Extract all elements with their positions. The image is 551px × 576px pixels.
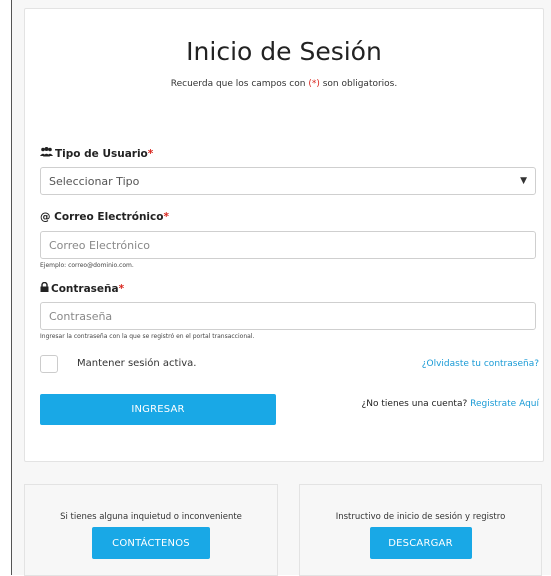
email-label-text: @ Correo Electrónico	[40, 211, 164, 223]
user-type-selected: Seleccionar Tipo	[49, 174, 140, 188]
contact-text: Si tienes alguna inquietud o inconvenien…	[60, 512, 242, 522]
instructions-text: Instructivo de inicio de sesión y regist…	[335, 512, 506, 522]
login-button[interactable]: INGRESAR	[40, 394, 276, 425]
remember-label: Mantener sesión activa.	[77, 358, 197, 369]
subtitle-text-end: son obligatorios.	[319, 79, 398, 89]
caret-down-icon: ▼	[520, 176, 527, 186]
register-link[interactable]: Registrate Aquí	[470, 399, 539, 409]
login-card: Inicio de Sesión Recuerda que los campos…	[24, 8, 544, 462]
required-marker: (*)	[308, 79, 320, 89]
password-field[interactable]: Contraseña	[40, 302, 536, 330]
email-label: @ Correo Electrónico*	[40, 211, 169, 223]
user-type-select[interactable]: Seleccionar Tipo ▼	[40, 167, 536, 195]
required-marker: *	[147, 148, 154, 160]
users-icon	[40, 147, 53, 160]
lock-icon	[40, 281, 49, 295]
user-type-label: Tipo de Usuario*	[40, 147, 153, 160]
instructions-box: Instructivo de inicio de sesión y regist…	[299, 484, 542, 576]
no-account-row: ¿No tienes una cuenta? Registrate Aquí	[362, 399, 540, 409]
password-hint: Ingresar la contraseña con la que se reg…	[40, 333, 255, 340]
user-type-label-text: Tipo de Usuario	[55, 148, 148, 160]
required-fields-note: Recuerda que los campos con (*) son obli…	[25, 79, 543, 89]
download-button[interactable]: DESCARGAR	[369, 527, 472, 559]
no-account-text: ¿No tienes una cuenta?	[361, 399, 468, 409]
page-title: Inicio de Sesión	[186, 37, 382, 66]
email-placeholder: Correo Electrónico	[49, 238, 150, 252]
email-field[interactable]: Correo Electrónico	[40, 231, 536, 259]
password-label: Contraseña*	[40, 281, 125, 295]
password-label-text: Contraseña	[51, 283, 119, 295]
email-hint: Ejemplo: correo@dominio.com.	[40, 262, 134, 269]
required-marker: *	[118, 283, 125, 295]
subtitle-text: Recuerda que los campos con	[170, 79, 309, 89]
required-marker: *	[163, 211, 169, 223]
remember-checkbox[interactable]	[40, 355, 58, 373]
contact-box: Si tienes alguna inquietud o inconvenien…	[24, 484, 278, 576]
password-placeholder: Contraseña	[49, 309, 113, 323]
contact-button[interactable]: CONTÁCTENOS	[92, 527, 210, 559]
forgot-password-link[interactable]: ¿Olvidaste tu contraseña?	[422, 359, 539, 369]
